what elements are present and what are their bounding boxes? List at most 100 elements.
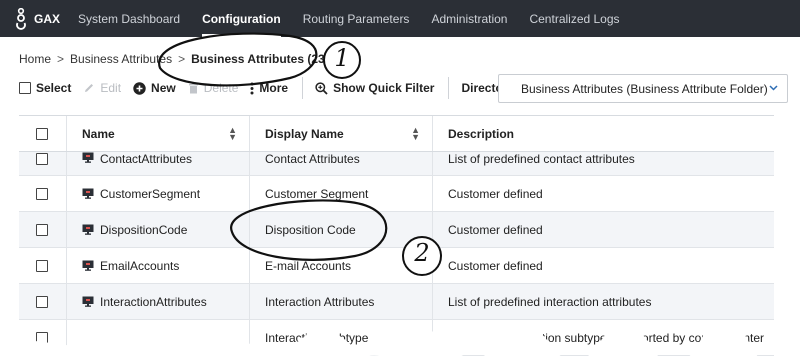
row-display-name: Interaction Attributes [265,294,375,309]
row-name: InteractionAttributes [100,294,207,309]
breadcrumb-separator: > [57,52,65,66]
table-row[interactable]: ContactAttributes Contact Attributes Lis… [19,152,774,176]
table-header-row: Name ▲ ▼ Display Name ▲ ▼ Description [19,115,774,152]
delete-label: Delete [203,81,239,95]
show-quick-filter-label: Show Quick Filter [333,81,435,95]
select-all-cell [19,116,67,151]
row-select-cell [19,152,67,175]
table-row[interactable]: DispositionCode Disposition Code Custome… [19,212,774,248]
row-checkbox[interactable] [36,295,48,308]
nav-system-dashboard[interactable]: System Dashboard [78,0,180,37]
annotation-number-1: 1 [334,44,350,72]
column-header-display-name[interactable]: Display Name ▲ ▼ [250,116,433,151]
app-logo[interactable]: GAX [14,7,61,30]
name-cell: DispositionCode [67,212,250,247]
row-description: Customer defined [448,222,543,237]
row-display-name: Contact Attributes [265,152,360,166]
row-description: Customer defined [448,258,543,273]
table-row[interactable]: CustomerSegment Customer Segment Custome… [19,176,774,212]
display-name-cell: Contact Attributes [250,152,433,175]
description-cell: List of predefined contact attributes [433,152,774,175]
nav-administration[interactable]: Administration [431,0,507,37]
row-checkbox[interactable] [36,223,48,236]
app-name: GAX [34,11,61,26]
name-cell: ContactAttributes [67,152,250,175]
new-button[interactable]: New [133,81,176,95]
business-attribute-icon [82,296,94,307]
row-display-name: Customer Segment [265,186,369,201]
description-cell: List of predefined interaction attribute… [433,284,774,319]
name-cell: EmailAccounts [67,248,250,283]
business-attribute-icon [82,224,94,235]
genesys-logo-icon [16,7,26,30]
more-label: More [259,81,289,95]
column-header-description-label: Description [448,126,515,141]
display-name-cell: E-mail Accounts [250,248,433,283]
nav-configuration[interactable]: Configuration [202,0,281,37]
row-description: Customer defined [448,186,543,201]
row-description: List of predefined interaction attribute… [448,294,652,309]
description-cell: Customer defined [433,248,774,283]
toolbar-divider [448,77,450,99]
column-header-name[interactable]: Name ▲ ▼ [67,116,250,151]
top-navigation-bar: GAX System Dashboard Configuration Routi… [0,0,800,37]
delete-button[interactable]: Delete [188,81,239,95]
directory-select-value: Business Attributes (Business Attribute … [521,81,768,96]
row-select-cell [19,212,67,247]
business-attribute-icon [82,152,94,163]
row-select-cell [19,248,67,283]
name-cell: InteractionAttributes [67,284,250,319]
breadcrumb-business-attributes[interactable]: Business Attributes [70,52,172,66]
chevron-down-icon [769,83,778,94]
row-select-cell [19,284,67,319]
show-quick-filter-button[interactable]: Show Quick Filter [315,81,434,95]
row-checkbox[interactable] [36,153,48,165]
row-checkbox[interactable] [36,259,48,272]
breadcrumb: Home > Business Attributes > Business At… [19,52,329,66]
table-row[interactable]: EmailAccounts E-mail Accounts Customer d… [19,248,774,284]
nav-routing-parameters[interactable]: Routing Parameters [303,0,410,37]
vertical-ellipsis-icon [250,82,254,95]
new-label: New [151,81,176,95]
toolbar-divider [302,77,304,99]
sort-icon[interactable]: ▲ ▼ [411,126,420,142]
description-cell: Customer defined [433,212,774,247]
business-attribute-icon [82,260,94,271]
row-display-name: Disposition Code [265,222,356,237]
row-name: CustomerSegment [100,186,201,201]
nav-centralized-logs[interactable]: Centralized Logs [529,0,619,37]
name-cell: CustomerSegment [67,176,250,211]
column-header-display-name-label: Display Name [265,126,344,141]
row-name: DispositionCode [100,222,188,237]
row-name: ContactAttributes [100,152,193,166]
directory-select[interactable]: Business Attributes (Business Attribute … [498,74,788,103]
column-header-name-label: Name [82,126,115,141]
select-all-checkbox[interactable] [36,127,48,140]
edit-button[interactable]: Edit [83,81,121,95]
plus-circle-icon [133,81,146,95]
trash-icon [188,82,199,94]
select-checkbox-icon [19,82,31,94]
annotation-badge-1 [323,41,361,79]
torn-edge-decoration [0,330,800,360]
pencil-icon [83,82,95,94]
breadcrumb-home[interactable]: Home [19,52,51,66]
business-attributes-table: Name ▲ ▼ Display Name ▲ ▼ Description Cont… [19,115,774,356]
select-label: Select [36,81,72,95]
breadcrumb-separator: > [178,52,186,66]
toolbar: Select Edit New Delete More Show Quick F… [19,76,526,100]
zoom-in-icon [315,81,328,95]
sort-icon[interactable]: ▲ ▼ [228,126,237,142]
row-select-cell [19,176,67,211]
table-row[interactable]: InteractionAttributes Interaction Attrib… [19,284,774,320]
breadcrumb-current: Business Attributes (23) [191,52,329,66]
display-name-cell: Customer Segment [250,176,433,211]
select-button[interactable]: Select [19,81,71,95]
row-name: EmailAccounts [100,258,180,273]
edit-label: Edit [100,81,122,95]
more-button[interactable]: More [250,81,288,95]
description-cell: Customer defined [433,176,774,211]
row-display-name: E-mail Accounts [265,258,352,273]
row-checkbox[interactable] [36,187,48,200]
display-name-cell: Interaction Attributes [250,284,433,319]
